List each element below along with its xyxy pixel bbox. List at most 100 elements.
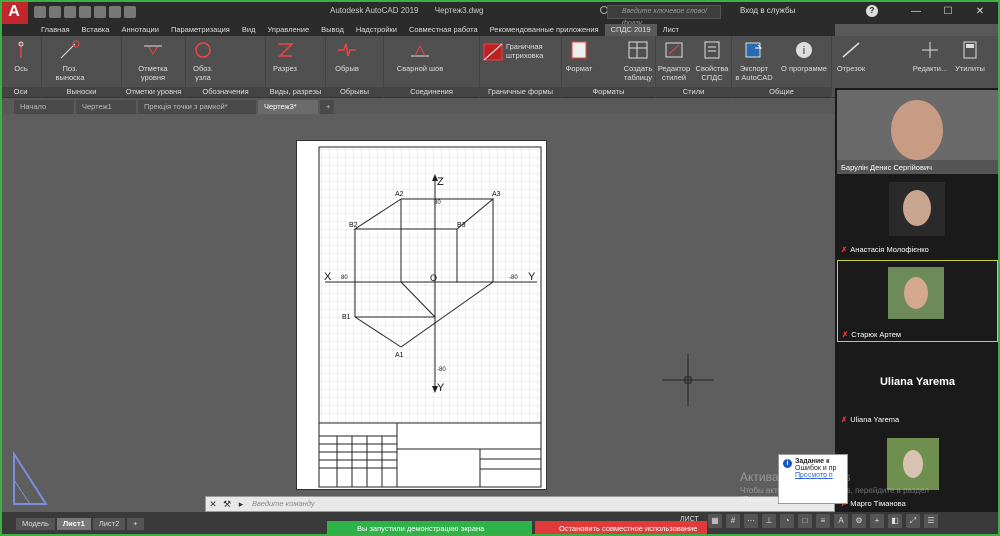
tab-annotate[interactable]: Аннотации (115, 24, 165, 36)
document-tabs: Начало Чертеж1 Прекція точки з рамкой* Ч… (14, 100, 336, 114)
activation-watermark-2: Чтобы активировать Windows, перейдите в … (740, 486, 929, 504)
wrench-icon[interactable]: ⚒ (220, 497, 234, 511)
lineweight-icon[interactable]: ≡ (816, 514, 830, 528)
edit-button[interactable]: Редакти... (910, 40, 950, 73)
participant-video (887, 438, 939, 490)
line-button[interactable]: Отрезок (834, 40, 868, 73)
doc-tab-start[interactable]: Начало (14, 100, 74, 114)
maximize-button[interactable]: ☐ (932, 3, 964, 21)
open-icon[interactable] (49, 6, 61, 18)
axis-button[interactable]: Ось (6, 40, 36, 73)
axis-y-down-label: Y (437, 382, 445, 394)
participant-tile[interactable]: ✗ Анастасія Молофієнко (837, 178, 998, 256)
help-icon[interactable]: ? (866, 5, 878, 17)
stop-sharing-button[interactable]: Остановить совместное использование (535, 521, 707, 536)
tab-spds[interactable]: СПДС 2019 (604, 24, 657, 36)
new-tab-button[interactable]: + (320, 100, 334, 114)
save-as-icon[interactable] (79, 6, 91, 18)
export-autocad-button[interactable]: Экспорт в AutoCAD (734, 40, 774, 82)
participant-name-text: Старюк Артем (851, 330, 902, 339)
plot-icon[interactable] (94, 6, 106, 18)
search-input[interactable]: Введите ключевое слово/фразу (607, 5, 721, 27)
osnap-icon[interactable]: □ (798, 514, 812, 528)
layout-tab-model[interactable]: Модель (16, 518, 55, 530)
section-label: Разрез (273, 64, 297, 73)
properties-icon (704, 41, 720, 59)
break-label: Обрыв (335, 64, 359, 73)
close-button[interactable]: ✕ (964, 3, 996, 21)
break-button[interactable]: Обрыв (332, 40, 362, 73)
spds-properties-button[interactable]: Свойства СПДС (694, 40, 730, 82)
doc-tab-drawing3[interactable]: Чертеж3* (258, 100, 318, 114)
snap-icon[interactable]: ⋯ (744, 514, 758, 528)
tab-featured-apps[interactable]: Рекомендованные приложения (484, 24, 605, 36)
position-leader-button[interactable]: Поз. выноска (50, 40, 90, 82)
create-table-button[interactable]: Создать таблицу (620, 40, 656, 82)
utilities-button[interactable]: Утилиты (950, 40, 990, 73)
isolate-icon[interactable]: ◧ (888, 514, 902, 528)
save-icon[interactable] (64, 6, 76, 18)
plus-icon[interactable]: + (870, 514, 884, 528)
activation-line-3: "Параметры" (740, 495, 789, 504)
menu-icon[interactable]: ☰ (924, 514, 938, 528)
participant-tile[interactable]: Uliana Yarema ✗ Uliana Yarema (837, 346, 998, 426)
layout-tab-sheet1[interactable]: Лист1 (56, 518, 91, 530)
layout-tab-sheet2[interactable]: Лист2 (92, 518, 126, 530)
tab-insert[interactable]: Вставка (76, 24, 116, 36)
muted-mic-icon: ✗ (842, 330, 849, 339)
status-tools: ▦ # ⋯ ⊥ ◔ □ ≡ A ⚙ + ◧ ⤢ ☰ (700, 514, 938, 528)
doc-tab-drawing1[interactable]: Чертеж1 (76, 100, 136, 114)
tab-home[interactable]: Главная (35, 24, 76, 36)
annotation-icon[interactable]: A (834, 514, 848, 528)
tab-addins[interactable]: Надстройки (350, 24, 403, 36)
participant-tile[interactable]: Барулін Денис Сергійович (837, 90, 998, 174)
position-leader-label: Поз. (62, 64, 78, 73)
autocad-logo-icon[interactable]: A (0, 0, 28, 24)
edit-label: Редакти... (912, 64, 948, 73)
axis-icon (18, 41, 24, 58)
tick-x-80: 80 (341, 275, 348, 281)
minimize-button[interactable]: — (900, 3, 932, 21)
tab-output[interactable]: Вывод (315, 24, 350, 36)
info-icon: i (796, 42, 812, 58)
tab-parametric[interactable]: Параметризация (165, 24, 236, 36)
boundary-hatch-button[interactable]: Граничная штриховка (482, 42, 560, 61)
tab-view[interactable]: Вид (236, 24, 262, 36)
participant-big-name: Uliana Yarema (879, 376, 955, 388)
ribbon-tabs: Главная Вставка Аннотации Параметризация… (0, 24, 835, 36)
group-title-boundary: Граничные формы (480, 87, 561, 97)
level-mark-button[interactable]: Отметка уровня (128, 40, 178, 82)
tick-y-minus80: -80 (509, 275, 518, 281)
section-button[interactable]: Разрез (268, 40, 302, 73)
toast-title: Задание к (795, 458, 830, 465)
window-title: Autodesk AutoCAD 2019 Чертеж3.dwg (330, 6, 497, 15)
model-space-icon[interactable]: ▦ (708, 514, 722, 528)
doc-tab-projection[interactable]: Прекція точки з рамкой* (138, 100, 256, 114)
tab-manage[interactable]: Управление (261, 24, 315, 36)
fullscreen-icon[interactable]: ⤢ (906, 514, 920, 528)
undo-icon[interactable] (109, 6, 121, 18)
workspace-gear-icon[interactable]: ⚙ (852, 514, 866, 528)
tab-layout[interactable]: Лист (657, 24, 685, 36)
close-cmd-icon[interactable]: ✕ (206, 497, 220, 511)
add-layout-button[interactable]: + (127, 518, 144, 530)
style-editor-button[interactable]: Редактор стилей (656, 40, 692, 82)
ortho-icon[interactable]: ⊥ (762, 514, 776, 528)
prompt-icon[interactable]: ▸ (234, 497, 248, 511)
about-button[interactable]: i О программе (776, 40, 832, 73)
point-b1: B1 (342, 314, 351, 321)
tab-collaborate[interactable]: Совместная работа (403, 24, 484, 36)
participant-name-text: Uliana Yarema (850, 415, 900, 424)
participant-tile-active[interactable]: ✗ Старюк Артем (837, 260, 998, 342)
weld-button[interactable]: Сварной шов (390, 40, 450, 73)
group-level-marks: Отметка уровня Отметки уровня (122, 36, 186, 98)
polar-icon[interactable]: ◔ (780, 514, 794, 528)
grid-icon[interactable]: # (726, 514, 740, 528)
new-icon[interactable] (34, 6, 46, 18)
redo-icon[interactable] (124, 6, 136, 18)
point-a2: A2 (395, 191, 404, 198)
style-editor-label: Редактор (657, 64, 691, 73)
login-button[interactable]: Вход в службы (740, 6, 795, 15)
node-mark-button[interactable]: Обоз. узла (188, 40, 218, 82)
format-button[interactable]: Формат (564, 40, 594, 73)
